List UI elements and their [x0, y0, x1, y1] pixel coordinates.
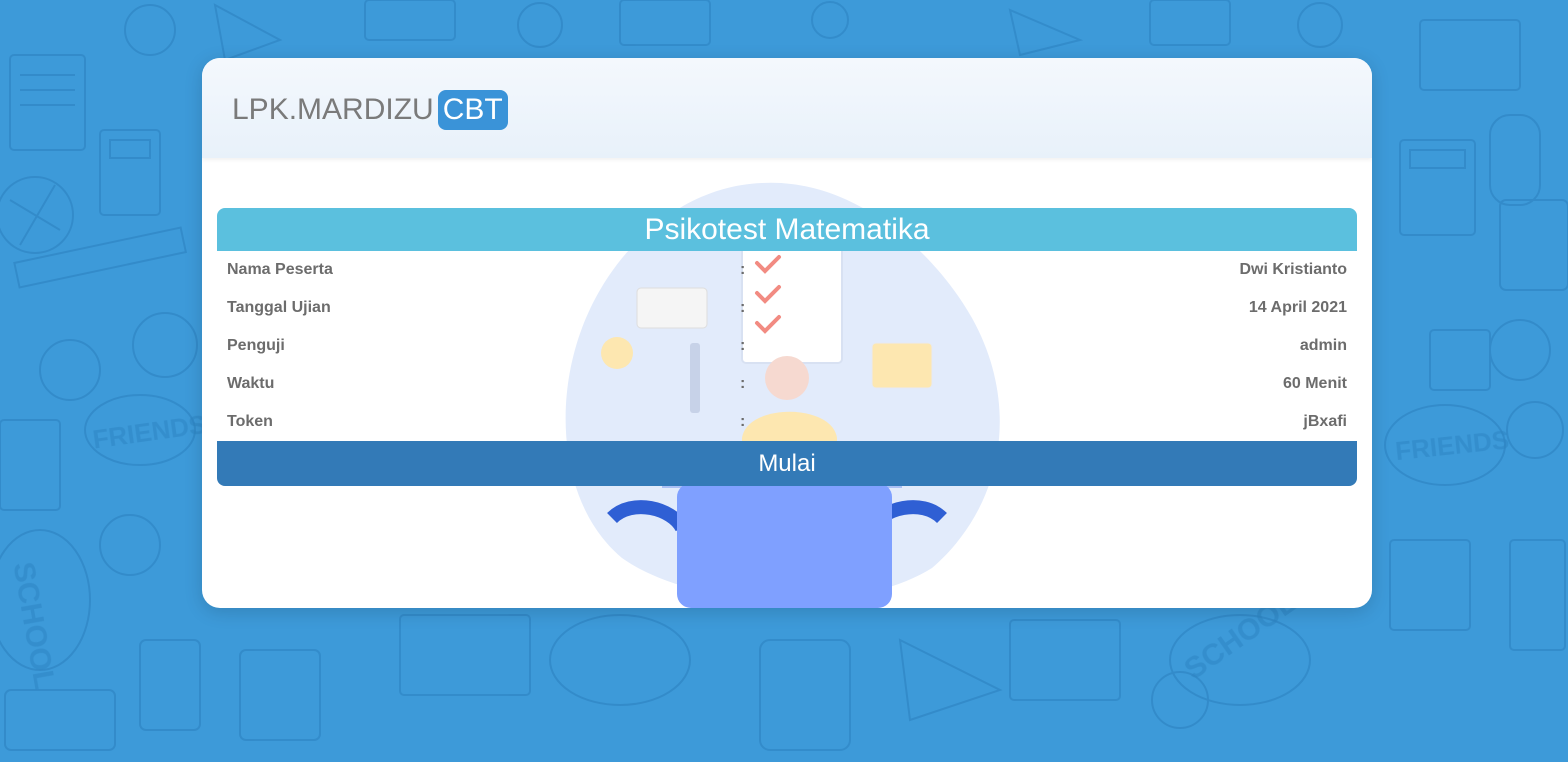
start-exam-button[interactable]: Mulai: [217, 441, 1357, 486]
info-value: Dwi Kristianto: [1239, 261, 1347, 278]
info-separator: :: [740, 299, 746, 316]
info-value: 14 April 2021: [1248, 299, 1347, 316]
info-label: Token: [227, 413, 273, 430]
info-label: Penguji: [227, 337, 285, 354]
brand-name: LPK.MARDIZU: [232, 93, 434, 126]
svg-text:FRIENDS: FRIENDS: [1394, 424, 1511, 466]
notebook-doodle: [9, 54, 86, 151]
info-separator: :: [740, 261, 746, 278]
info-value: jBxafi: [1303, 413, 1347, 430]
exam-title: Psikotest Matematika: [217, 208, 1357, 251]
brand-logo: LPK.MARDIZU CBT: [232, 89, 508, 131]
card-header: LPK.MARDIZU CBT: [202, 58, 1372, 158]
info-label: Tanggal Ujian: [227, 299, 331, 316]
globe-doodle: [99, 514, 161, 576]
info-row-nama-peserta: Nama Peserta : Dwi Kristianto: [217, 251, 1357, 289]
svg-text:SCHOOL: SCHOOL: [6, 560, 61, 692]
brand-badge: CBT: [437, 90, 508, 130]
svg-text:FRIENDS: FRIENDS: [91, 409, 208, 455]
info-row-tanggal-ujian: Tanggal Ujian : 14 April 2021: [217, 289, 1357, 327]
palette-doodle: [132, 312, 198, 378]
info-value: 60 Menit: [1282, 375, 1347, 392]
info-row-penguji: Penguji : admin: [217, 327, 1357, 365]
laptop-icon: [677, 483, 892, 608]
exam-card: LPK.MARDIZU CBT Psikotest Matematika Nama…: [202, 58, 1372, 608]
info-value: admin: [1299, 337, 1347, 354]
info-separator: :: [740, 375, 746, 392]
info-label: Waktu: [227, 375, 275, 392]
info-label: Nama Peserta: [227, 261, 333, 278]
info-row-token: Token : jBxafi: [217, 403, 1357, 441]
info-row-waktu: Waktu : 60 Menit: [217, 365, 1357, 403]
info-separator: :: [740, 337, 746, 354]
exam-info-panel: Psikotest Matematika Nama Peserta : Dwi …: [217, 208, 1357, 486]
info-separator: :: [740, 413, 746, 430]
ruler-doodle: [13, 226, 188, 289]
